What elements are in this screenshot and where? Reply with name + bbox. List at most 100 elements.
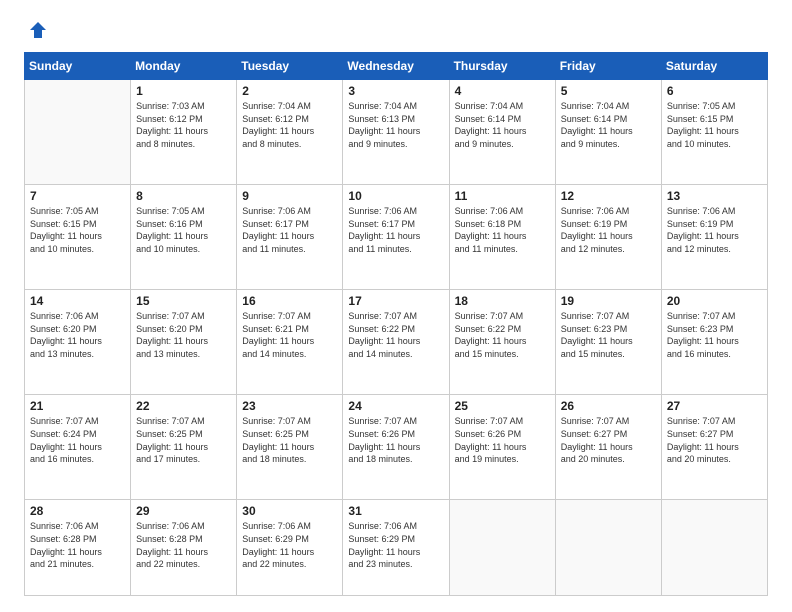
day-number: 7: [30, 189, 125, 203]
day-info: Sunrise: 7:06 AM Sunset: 6:18 PM Dayligh…: [455, 205, 550, 255]
day-number: 16: [242, 294, 337, 308]
calendar-header-row: SundayMondayTuesdayWednesdayThursdayFrid…: [25, 53, 768, 80]
day-number: 17: [348, 294, 443, 308]
calendar-cell: 25 Sunrise: 7:07 AM Sunset: 6:26 PM Dayli…: [449, 395, 555, 500]
day-info: Sunrise: 7:06 AM Sunset: 6:19 PM Dayligh…: [667, 205, 762, 255]
calendar-header-wednesday: Wednesday: [343, 53, 449, 80]
day-number: 29: [136, 504, 231, 518]
calendar-cell: 28 Sunrise: 7:06 AM Sunset: 6:28 PM Dayli…: [25, 500, 131, 596]
calendar-header-friday: Friday: [555, 53, 661, 80]
calendar-header-tuesday: Tuesday: [237, 53, 343, 80]
calendar-cell: 20 Sunrise: 7:07 AM Sunset: 6:23 PM Dayli…: [661, 290, 767, 395]
day-number: 13: [667, 189, 762, 203]
day-number: 23: [242, 399, 337, 413]
day-info: Sunrise: 7:07 AM Sunset: 6:24 PM Dayligh…: [30, 415, 125, 465]
day-info: Sunrise: 7:05 AM Sunset: 6:15 PM Dayligh…: [667, 100, 762, 150]
day-number: 14: [30, 294, 125, 308]
calendar-cell: [449, 500, 555, 596]
calendar-week-row: 7 Sunrise: 7:05 AM Sunset: 6:15 PM Daylig…: [25, 185, 768, 290]
day-number: 20: [667, 294, 762, 308]
day-info: Sunrise: 7:06 AM Sunset: 6:17 PM Dayligh…: [242, 205, 337, 255]
day-info: Sunrise: 7:06 AM Sunset: 6:19 PM Dayligh…: [561, 205, 656, 255]
day-number: 12: [561, 189, 656, 203]
day-info: Sunrise: 7:07 AM Sunset: 6:20 PM Dayligh…: [136, 310, 231, 360]
page: SundayMondayTuesdayWednesdayThursdayFrid…: [0, 0, 792, 612]
calendar-cell: 7 Sunrise: 7:05 AM Sunset: 6:15 PM Daylig…: [25, 185, 131, 290]
logo-icon: [28, 20, 48, 40]
day-info: Sunrise: 7:06 AM Sunset: 6:29 PM Dayligh…: [348, 520, 443, 570]
day-info: Sunrise: 7:06 AM Sunset: 6:20 PM Dayligh…: [30, 310, 125, 360]
day-info: Sunrise: 7:07 AM Sunset: 6:23 PM Dayligh…: [561, 310, 656, 360]
calendar-cell: 26 Sunrise: 7:07 AM Sunset: 6:27 PM Dayli…: [555, 395, 661, 500]
day-number: 18: [455, 294, 550, 308]
calendar-cell: 3 Sunrise: 7:04 AM Sunset: 6:13 PM Daylig…: [343, 80, 449, 185]
calendar-cell: 10 Sunrise: 7:06 AM Sunset: 6:17 PM Dayli…: [343, 185, 449, 290]
day-info: Sunrise: 7:04 AM Sunset: 6:12 PM Dayligh…: [242, 100, 337, 150]
calendar-cell: 21 Sunrise: 7:07 AM Sunset: 6:24 PM Dayli…: [25, 395, 131, 500]
calendar-cell: 12 Sunrise: 7:06 AM Sunset: 6:19 PM Dayli…: [555, 185, 661, 290]
calendar-week-row: 14 Sunrise: 7:06 AM Sunset: 6:20 PM Dayli…: [25, 290, 768, 395]
calendar-cell: 17 Sunrise: 7:07 AM Sunset: 6:22 PM Dayli…: [343, 290, 449, 395]
calendar-table: SundayMondayTuesdayWednesdayThursdayFrid…: [24, 52, 768, 596]
day-info: Sunrise: 7:06 AM Sunset: 6:28 PM Dayligh…: [30, 520, 125, 570]
day-number: 28: [30, 504, 125, 518]
day-number: 10: [348, 189, 443, 203]
day-info: Sunrise: 7:04 AM Sunset: 6:14 PM Dayligh…: [561, 100, 656, 150]
day-number: 31: [348, 504, 443, 518]
day-info: Sunrise: 7:07 AM Sunset: 6:27 PM Dayligh…: [561, 415, 656, 465]
day-info: Sunrise: 7:05 AM Sunset: 6:16 PM Dayligh…: [136, 205, 231, 255]
calendar-cell: 2 Sunrise: 7:04 AM Sunset: 6:12 PM Daylig…: [237, 80, 343, 185]
calendar-cell: 6 Sunrise: 7:05 AM Sunset: 6:15 PM Daylig…: [661, 80, 767, 185]
calendar-week-row: 28 Sunrise: 7:06 AM Sunset: 6:28 PM Dayli…: [25, 500, 768, 596]
day-info: Sunrise: 7:04 AM Sunset: 6:14 PM Dayligh…: [455, 100, 550, 150]
day-number: 15: [136, 294, 231, 308]
day-number: 26: [561, 399, 656, 413]
day-info: Sunrise: 7:07 AM Sunset: 6:23 PM Dayligh…: [667, 310, 762, 360]
calendar-week-row: 1 Sunrise: 7:03 AM Sunset: 6:12 PM Daylig…: [25, 80, 768, 185]
calendar-header-sunday: Sunday: [25, 53, 131, 80]
day-info: Sunrise: 7:07 AM Sunset: 6:25 PM Dayligh…: [242, 415, 337, 465]
day-info: Sunrise: 7:07 AM Sunset: 6:26 PM Dayligh…: [455, 415, 550, 465]
calendar-cell: 15 Sunrise: 7:07 AM Sunset: 6:20 PM Dayli…: [131, 290, 237, 395]
day-number: 21: [30, 399, 125, 413]
day-info: Sunrise: 7:07 AM Sunset: 6:21 PM Dayligh…: [242, 310, 337, 360]
day-number: 6: [667, 84, 762, 98]
calendar-cell: 23 Sunrise: 7:07 AM Sunset: 6:25 PM Dayli…: [237, 395, 343, 500]
day-number: 27: [667, 399, 762, 413]
calendar-cell: 27Sunrise: 7:07 AM Sunset: 6:27 PM Dayli…: [661, 395, 767, 500]
day-info: Sunrise: 7:07 AM Sunset: 6:22 PM Dayligh…: [455, 310, 550, 360]
calendar-cell: 31 Sunrise: 7:06 AM Sunset: 6:29 PM Dayli…: [343, 500, 449, 596]
calendar-cell: 11Sunrise: 7:06 AM Sunset: 6:18 PM Dayli…: [449, 185, 555, 290]
day-number: 2: [242, 84, 337, 98]
day-info: Sunrise: 7:07 AM Sunset: 6:22 PM Dayligh…: [348, 310, 443, 360]
day-info: Sunrise: 7:06 AM Sunset: 6:29 PM Dayligh…: [242, 520, 337, 570]
calendar-cell: 16 Sunrise: 7:07 AM Sunset: 6:21 PM Dayli…: [237, 290, 343, 395]
calendar-header-saturday: Saturday: [661, 53, 767, 80]
calendar-week-row: 21 Sunrise: 7:07 AM Sunset: 6:24 PM Dayli…: [25, 395, 768, 500]
day-number: 25: [455, 399, 550, 413]
day-number: 8: [136, 189, 231, 203]
calendar-cell: [555, 500, 661, 596]
day-number: 4: [455, 84, 550, 98]
day-number: 1: [136, 84, 231, 98]
day-number: 3: [348, 84, 443, 98]
calendar-cell: 29 Sunrise: 7:06 AM Sunset: 6:28 PM Dayli…: [131, 500, 237, 596]
day-info: Sunrise: 7:06 AM Sunset: 6:28 PM Dayligh…: [136, 520, 231, 570]
calendar-cell: 22 Sunrise: 7:07 AM Sunset: 6:25 PM Dayli…: [131, 395, 237, 500]
calendar-cell: 30Sunrise: 7:06 AM Sunset: 6:29 PM Dayli…: [237, 500, 343, 596]
header: [24, 20, 768, 40]
day-info: Sunrise: 7:03 AM Sunset: 6:12 PM Dayligh…: [136, 100, 231, 150]
calendar-header-thursday: Thursday: [449, 53, 555, 80]
calendar-cell: 14 Sunrise: 7:06 AM Sunset: 6:20 PM Dayli…: [25, 290, 131, 395]
calendar-header-monday: Monday: [131, 53, 237, 80]
day-info: Sunrise: 7:07 AM Sunset: 6:25 PM Dayligh…: [136, 415, 231, 465]
calendar-cell: 18 Sunrise: 7:07 AM Sunset: 6:22 PM Dayli…: [449, 290, 555, 395]
day-info: Sunrise: 7:05 AM Sunset: 6:15 PM Dayligh…: [30, 205, 125, 255]
day-info: Sunrise: 7:06 AM Sunset: 6:17 PM Dayligh…: [348, 205, 443, 255]
calendar-cell: [25, 80, 131, 185]
logo: [24, 20, 48, 40]
day-number: 24: [348, 399, 443, 413]
day-number: 22: [136, 399, 231, 413]
day-number: 9: [242, 189, 337, 203]
day-info: Sunrise: 7:04 AM Sunset: 6:13 PM Dayligh…: [348, 100, 443, 150]
